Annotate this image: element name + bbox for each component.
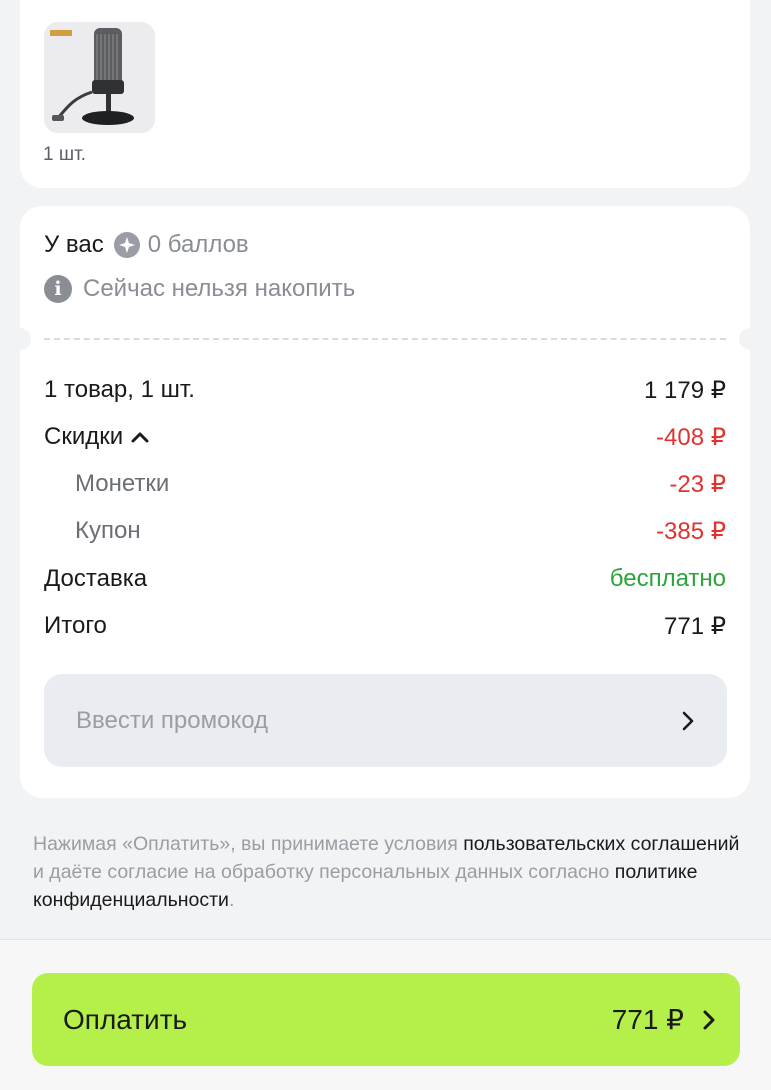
total-label: Итого (44, 612, 107, 639)
product-quantity: 1 шт. (43, 144, 86, 165)
chevron-up-icon (131, 432, 149, 443)
points-coin-icon (113, 232, 140, 258)
items-label: 1 товар, 1 шт. (44, 376, 195, 403)
points-lead: У вас (44, 231, 104, 258)
coins-row: Монетки -23 ₽ (75, 467, 726, 501)
microphone-icon (44, 22, 155, 133)
pay-button-label: Оплатить (63, 1003, 188, 1035)
pay-button-amount-group: 771 ₽ (612, 1003, 716, 1036)
chevron-right-icon (703, 1010, 715, 1029)
items-row: 1 товар, 1 шт. 1 179 ₽ (44, 373, 726, 407)
ticket-notch-right (739, 328, 761, 350)
legal-text-3: . (228, 889, 235, 911)
pay-button[interactable]: Оплатить 771 ₽ (32, 973, 740, 1066)
discounts-value: -408 ₽ (656, 423, 726, 451)
coupon-value: -385 ₽ (656, 517, 726, 545)
dashed-divider (44, 338, 726, 340)
legal-text-2: и даёте согласие на обработку персональн… (33, 861, 615, 883)
points-balance: У вас 0 баллов (44, 230, 249, 260)
coupon-row: Купон -385 ₽ (75, 514, 726, 548)
delivery-value: бесплатно (609, 565, 726, 592)
legal-text-1: Нажимая «Оплатить», вы принимаете услови… (33, 833, 464, 855)
discounts-label: Скидки (44, 423, 124, 450)
pay-button-amount: 771 ₽ (611, 1004, 684, 1035)
product-thumbnail[interactable] (44, 22, 155, 133)
chevron-right-icon (682, 711, 694, 730)
ticket-notch-left (9, 328, 31, 350)
points-info-text: Сейчас нельзя накопить (83, 275, 356, 302)
items-price: 1 179 ₽ (644, 376, 726, 404)
coupon-label: Купон (75, 517, 141, 544)
total-row: Итого 771 ₽ (44, 609, 726, 643)
legal-notice: Нажимая «Оплатить», вы принимаете услови… (33, 830, 748, 914)
total-value: 771 ₽ (664, 612, 726, 640)
coins-label: Монетки (75, 470, 170, 497)
bottom-bar: Оплатить 771 ₽ (0, 939, 771, 1090)
product-card: 1 шт. (20, 0, 750, 188)
user-agreement-link[interactable]: пользовательских соглашений (463, 833, 739, 855)
coins-value: -23 ₽ (669, 470, 726, 498)
promo-code-placeholder: Ввести промокод (76, 706, 269, 734)
discounts-toggle[interactable]: Скидки (44, 423, 149, 451)
order-summary-card: У вас 0 баллов i Сейчас нельзя накопить … (9, 206, 761, 798)
points-info: i Сейчас нельзя накопить (44, 274, 355, 304)
checkout-page: 1 шт. У вас 0 баллов i Сейчас нельзя нак… (0, 0, 771, 1090)
points-value: 0 баллов (147, 231, 249, 258)
info-icon: i (44, 275, 72, 303)
discounts-row[interactable]: Скидки -408 ₽ (44, 420, 726, 454)
promo-code-button[interactable]: Ввести промокод (44, 674, 727, 767)
delivery-row: Доставка бесплатно (44, 562, 726, 596)
delivery-label: Доставка (44, 565, 148, 592)
